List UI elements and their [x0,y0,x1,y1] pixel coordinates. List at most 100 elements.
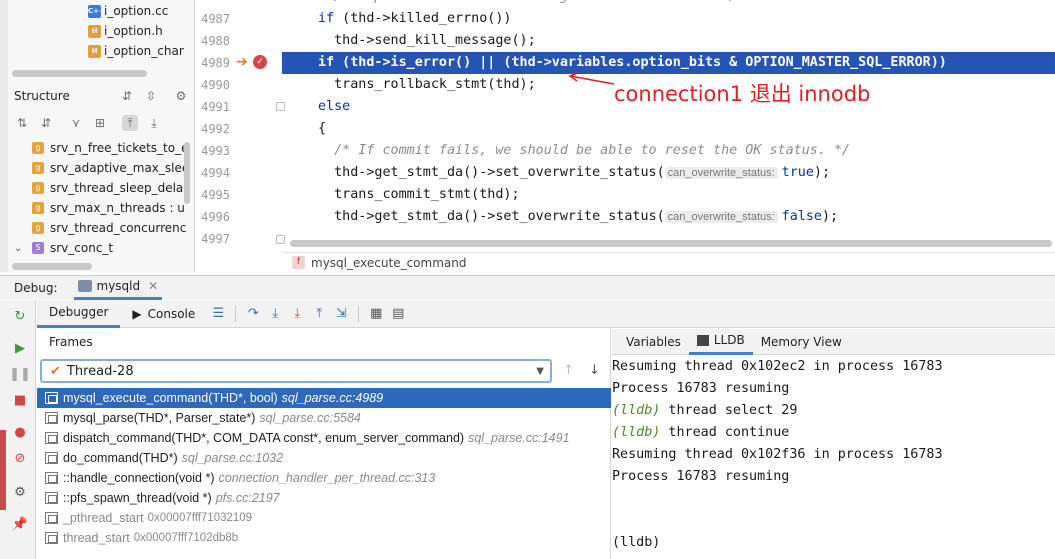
tab-variables[interactable]: Variables [618,329,689,355]
collapse-all-icon[interactable]: ⇳ [143,88,159,104]
step-over-icon[interactable]: ↷ [242,303,264,325]
settings-gear-icon[interactable]: ⚙ [12,484,28,500]
structure-item-label: srv_thread_sleep_dela [50,181,184,195]
sort-visibility-icon[interactable]: ⇵ [38,115,54,131]
frame-row[interactable]: dispatch_command(THD*, COM_DATA const*, … [37,428,611,448]
lldb-prompt: (lldb) [612,425,661,440]
run-to-cursor-icon[interactable]: ⇲ [330,303,352,325]
line-number: 4987 [201,12,230,26]
frame-function: thread_start [63,531,130,545]
line-number: 4992 [201,122,230,136]
header-file-icon: H [88,24,101,38]
mute-breakpoints-icon[interactable]: ⊘ [12,450,28,466]
line-number: 4988 [201,34,230,48]
console-icon: ▶ [132,306,142,321]
stop-icon[interactable]: ■ [12,392,28,408]
file-tree-scrollbar[interactable] [12,70,147,77]
breakpoint-icon[interactable]: ✓ [253,55,267,69]
editor-breadcrumb[interactable]: f mysql_execute_command [282,252,1055,272]
line-number: 4990 [201,78,230,92]
step-into-icon[interactable]: ⤓ [264,303,286,325]
step-out-icon[interactable]: ⤒ [308,303,330,325]
frame-row[interactable]: do_command(THD*) sql_parse.cc:1032 [37,448,611,468]
code-line-4993: /* If commit fails, we should be able to… [318,143,851,158]
parameter-hint: can_overwrite_status: [664,167,778,179]
structure-item[interactable]: g srv_thread_sleep_dela [8,178,186,198]
project-file-tree: C++ i_option.cc H i_option.h H i_option_… [8,0,194,68]
previous-frame-icon[interactable]: ↑ [563,363,574,378]
global-variable-icon: g [32,202,44,214]
next-frame-icon[interactable]: ↓ [589,363,600,378]
line-number: 4991 [201,100,230,114]
editor-gutter: 4987 4988 4989 4990 4991 4992 4993 4994 … [196,0,285,250]
frame-row[interactable]: mysql_parse(THD*, Parser_state*) sql_par… [37,408,611,428]
execution-point-arrow-icon: ➔ [236,54,248,70]
tab-memory-view[interactable]: Memory View [753,329,850,355]
editor-horizontal-scrollbar[interactable] [290,240,1052,247]
tab-lldb[interactable]: LLDB [688,329,753,355]
line-number: 4994 [201,166,230,180]
frame-row[interactable]: mysql_execute_command(THD*, bool) sql_pa… [37,388,611,408]
tab-debugger[interactable]: Debugger [37,300,121,328]
resume-icon[interactable]: ▶ [12,340,28,356]
structure-item[interactable]: g srv_n_free_tickets_to_e [8,138,186,158]
file-name: i_option.cc [104,4,169,18]
view-breakpoints-icon[interactable]: ● [12,424,28,440]
structure-title: Structure [14,89,70,103]
file-item-i-option-char[interactable]: H i_option_char [88,41,184,61]
menu-icon[interactable]: ☰ [207,303,229,325]
structure-item-label: srv_n_free_tickets_to_e [50,141,186,155]
stack-frame-icon [45,412,58,424]
close-icon[interactable]: ✕ [148,279,158,293]
tab-console[interactable]: ▶ Console [120,300,207,328]
lldb-console-output[interactable]: Resuming thread 0x102ec2 in process 1678… [612,356,1055,554]
pin-icon[interactable]: 📌 [12,516,28,532]
frame-row[interactable]: ::handle_connection(void *) connection_h… [37,468,611,488]
frame-row[interactable]: ::pfs_spawn_thread(void *) pfs.cc:2197 [37,488,611,508]
debug-session-tab[interactable]: mysqld ✕ [73,276,163,300]
code-text: ); [821,209,839,224]
structure-item[interactable]: g srv_max_n_threads : ul [8,198,186,218]
evaluate-expression-icon[interactable]: ▦ [365,303,387,325]
structure-item[interactable]: ⌄ S srv_conc_t [8,238,186,258]
frame-function: mysql_execute_command(THD*, bool) [63,391,278,405]
debugger-tabs-bar: Debugger ▶ Console ☰ ↷ ⤓ ⤓ ⤒ ⇲ ▦ ▤ [37,300,1055,328]
pause-icon[interactable]: ❚❚ [9,366,31,382]
chevron-down-icon[interactable]: ⌄ [14,243,22,254]
chevron-down-icon[interactable]: ▼ [536,366,544,377]
console-line: Process 16783 resuming [612,469,790,484]
structure-item-label: srv_thread_concurrenc [50,221,186,235]
sort-alpha-icon[interactable]: ⇅ [14,115,30,131]
frame-row[interactable]: thread_start 0x00007fff7102db8b [37,528,611,548]
layout-icon[interactable]: ▤ [387,303,409,325]
structure-side-tab[interactable] [0,430,6,510]
console-input-line[interactable]: (lldb) [612,532,1055,554]
structure-horizontal-scrollbar[interactable] [12,263,92,270]
frame-row[interactable]: _pthread_start 0x00007fff71032109 [37,508,611,528]
separator [235,305,237,322]
file-name: i_option.h [104,24,163,38]
session-icon [77,280,92,292]
force-step-into-icon[interactable]: ⤓ [286,303,308,325]
frame-location: sql_parse.cc:4989 [281,391,384,405]
breadcrumb-function[interactable]: mysql_execute_command [311,256,466,270]
settings-gear-icon[interactable]: ⚙ [173,88,189,104]
filter-icon[interactable]: ⋎ [68,115,84,131]
structure-item[interactable]: g srv_thread_concurrenc [8,218,186,238]
structure-header: Structure ⇵ ⇳ ⚙ [8,84,194,108]
stack-frame-icon [45,432,58,444]
stack-frame-icon [45,392,58,404]
structure-vertical-scrollbar[interactable] [184,142,190,204]
fields-toggle-icon[interactable]: ⊞ [92,115,108,131]
autoscroll-from-source-icon[interactable]: ⤓ [146,115,162,131]
file-item-i-option-cc[interactable]: C++ i_option.cc [88,1,168,21]
structure-item[interactable]: g srv_adaptive_max_slee [8,158,186,178]
autoscroll-to-source-icon[interactable]: ⤒ [122,115,138,131]
frame-function: dispatch_command(THD*, COM_DATA const*, … [63,431,465,445]
parameter-hint: can_overwrite_status: [664,211,778,223]
file-item-i-option-h[interactable]: H i_option.h [88,21,163,41]
rerun-icon[interactable]: ↻ [12,308,28,324]
expand-all-icon[interactable]: ⇵ [119,88,135,104]
code-editor[interactable]: /* report error issued during command ex… [282,0,1055,250]
thread-selector[interactable]: ✔ Thread-28 ▼ [40,359,552,383]
